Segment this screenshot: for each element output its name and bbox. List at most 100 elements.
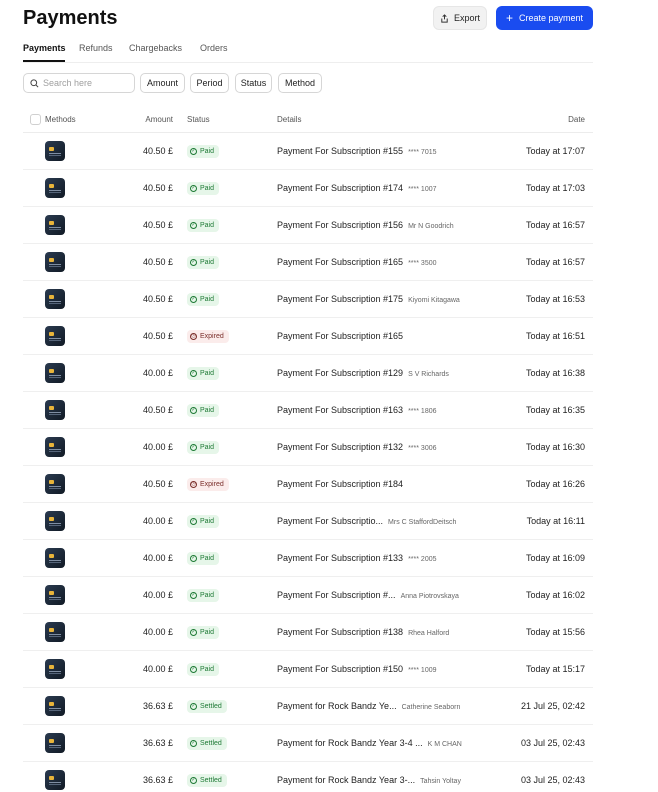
card-icon bbox=[45, 178, 65, 198]
clock-icon: ◷ bbox=[190, 481, 197, 488]
row-amount: 40.50 £ bbox=[142, 220, 173, 230]
select-all-checkbox[interactable] bbox=[30, 114, 41, 125]
card-lines-icon bbox=[49, 560, 61, 561]
row-details-sub: Rhea Halford bbox=[408, 630, 450, 637]
card-icon bbox=[45, 622, 65, 642]
search-box[interactable] bbox=[23, 73, 135, 93]
filter-period[interactable]: Period bbox=[190, 73, 229, 93]
card-chip-icon bbox=[49, 221, 54, 225]
card-lines-icon bbox=[49, 301, 61, 302]
table-body: 40.50 £ ✓ Paid Payment For Subscription #15… bbox=[23, 133, 593, 792]
card-chip-icon bbox=[49, 517, 54, 521]
card-lines-icon bbox=[49, 486, 61, 487]
card-lines-icon bbox=[49, 782, 61, 783]
table-row[interactable]: 40.00 £ ✓ Paid Payment For Subscription #13… bbox=[23, 614, 593, 651]
tab-payments[interactable]: Payments bbox=[23, 43, 66, 53]
row-details-title: Payment for Rock Bandz Year 3-4 ... bbox=[277, 738, 423, 748]
row-details-title: Payment For Subscription #132 bbox=[277, 442, 404, 452]
table-row[interactable]: 40.00 £ ✓ Paid Payment For Subscription #13… bbox=[23, 429, 593, 466]
filter-status[interactable]: Status bbox=[235, 73, 272, 93]
column-details: Details bbox=[277, 115, 302, 124]
row-details: Payment For Subscription #163 **** 1806 bbox=[277, 405, 437, 415]
row-details: Payment For Subscription #155 **** 7015 bbox=[277, 146, 437, 156]
row-details-title: Payment For Subscription #129 bbox=[277, 368, 404, 378]
status-badge: ✓ Paid bbox=[187, 552, 220, 565]
table-row[interactable]: 40.50 £ ✓ Paid Payment For Subscription #16… bbox=[23, 244, 593, 281]
card-chip-icon bbox=[49, 147, 54, 151]
row-details-title: Payment For Subscription #175 bbox=[277, 294, 404, 304]
export-button[interactable]: Export bbox=[433, 6, 487, 30]
filter-bar: Amount Period Status Method bbox=[23, 73, 593, 93]
card-chip-icon bbox=[49, 554, 54, 558]
row-date: Today at 16:30 bbox=[525, 442, 585, 452]
row-details-sub: Kiyomi Kitagawa bbox=[408, 297, 460, 304]
card-chip-icon bbox=[49, 739, 54, 743]
row-details: Payment for Rock Bandz Year 3-... Tahsin … bbox=[277, 775, 461, 785]
row-amount: 40.00 £ bbox=[142, 516, 173, 526]
table-row[interactable]: 40.50 £ ✓ Paid Payment For Subscription #15… bbox=[23, 133, 593, 170]
check-circle-icon: ✓ bbox=[190, 296, 197, 303]
table-row[interactable]: 40.00 £ ✓ Paid Payment For Subscription #12… bbox=[23, 355, 593, 392]
card-lines-icon bbox=[49, 375, 61, 376]
column-amount[interactable]: Amount bbox=[123, 115, 173, 124]
table-row[interactable]: 40.50 £ ✓ Paid Payment For Subscription #16… bbox=[23, 392, 593, 429]
card-icon bbox=[45, 585, 65, 605]
table-row[interactable]: 40.50 £ ✓ Paid Payment For Subscription #15… bbox=[23, 207, 593, 244]
search-input[interactable] bbox=[43, 78, 131, 88]
table-row[interactable]: 40.50 £ ✓ Paid Payment For Subscription #17… bbox=[23, 281, 593, 318]
row-details-title: Payment For Subscription #165 bbox=[277, 331, 404, 341]
tab-chargebacks[interactable]: Chargebacks bbox=[129, 43, 182, 53]
row-date: Today at 17:07 bbox=[525, 146, 585, 156]
row-details-sub: **** 1009 bbox=[408, 667, 437, 674]
row-details: Payment For Subscription #150 **** 1009 bbox=[277, 664, 437, 674]
status-badge-label: Expired bbox=[200, 333, 224, 340]
row-details-sub: K M CHAN bbox=[427, 741, 462, 748]
create-payment-button[interactable]: + Create payment bbox=[496, 6, 593, 30]
row-amount: 40.50 £ bbox=[142, 479, 173, 489]
check-circle-icon: ✓ bbox=[190, 407, 197, 414]
check-circle-icon: ✓ bbox=[190, 370, 197, 377]
card-chip-icon bbox=[49, 295, 54, 299]
status-badge-label: Expired bbox=[200, 481, 224, 488]
table-row[interactable]: 40.00 £ ✓ Paid Payment For Subscription #..… bbox=[23, 577, 593, 614]
row-amount: 40.50 £ bbox=[142, 183, 173, 193]
table-row[interactable]: 40.50 £ ✓ Paid Payment For Subscription #17… bbox=[23, 170, 593, 207]
row-amount: 36.63 £ bbox=[142, 738, 173, 748]
card-chip-icon bbox=[49, 702, 54, 706]
table-row[interactable]: 40.00 £ ✓ Paid Payment For Subscription #15… bbox=[23, 651, 593, 688]
card-icon bbox=[45, 548, 65, 568]
status-badge: ✓ Paid bbox=[187, 515, 220, 528]
status-badge: ◷ Expired bbox=[187, 330, 229, 343]
table-row[interactable]: 36.63 £ ✓ Settled Payment for Rock Bandz Ye… bbox=[23, 688, 593, 725]
status-badge-label: Paid bbox=[200, 185, 215, 192]
filter-amount[interactable]: Amount bbox=[140, 73, 185, 93]
card-chip-icon bbox=[49, 332, 54, 336]
row-date: Today at 16:57 bbox=[525, 220, 585, 230]
table-row[interactable]: 36.63 £ ✓ Settled Payment for Rock Bandz Ye… bbox=[23, 725, 593, 762]
card-lines-icon bbox=[49, 190, 61, 191]
search-icon bbox=[30, 78, 39, 87]
row-amount: 40.00 £ bbox=[142, 553, 173, 563]
row-details-title: Payment for Rock Bandz Ye... bbox=[277, 701, 397, 711]
row-details-title: Payment For Subscription #150 bbox=[277, 664, 404, 674]
row-details-sub: **** 1806 bbox=[408, 408, 437, 415]
check-circle-icon: ✓ bbox=[190, 148, 197, 155]
row-details-title: Payment For Subscriptio... bbox=[277, 516, 384, 526]
status-badge-label: Settled bbox=[200, 777, 222, 784]
card-icon bbox=[45, 770, 65, 790]
table-row[interactable]: 40.00 £ ✓ Paid Payment For Subscriptio... Mr… bbox=[23, 503, 593, 540]
row-date: Today at 16:51 bbox=[525, 331, 585, 341]
table-row[interactable]: 40.00 £ ✓ Paid Payment For Subscription #13… bbox=[23, 540, 593, 577]
card-chip-icon bbox=[49, 480, 54, 484]
page-header: Payments Export + Create payment bbox=[23, 6, 593, 30]
tab-refunds[interactable]: Refunds bbox=[79, 43, 113, 53]
table-row[interactable]: 40.50 £ ◷ Expired Payment For Subscription … bbox=[23, 318, 593, 355]
filter-method[interactable]: Method bbox=[278, 73, 322, 93]
table-row[interactable]: 36.63 £ ✓ Settled Payment for Rock Bandz Ye… bbox=[23, 762, 593, 792]
column-date[interactable]: Date bbox=[568, 115, 585, 124]
tab-orders[interactable]: Orders bbox=[200, 43, 228, 53]
table-row[interactable]: 40.50 £ ◷ Expired Payment For Subscription … bbox=[23, 466, 593, 503]
status-badge-label: Paid bbox=[200, 148, 215, 155]
status-badge: ✓ Paid bbox=[187, 367, 220, 380]
row-date: Today at 16:11 bbox=[526, 516, 585, 526]
